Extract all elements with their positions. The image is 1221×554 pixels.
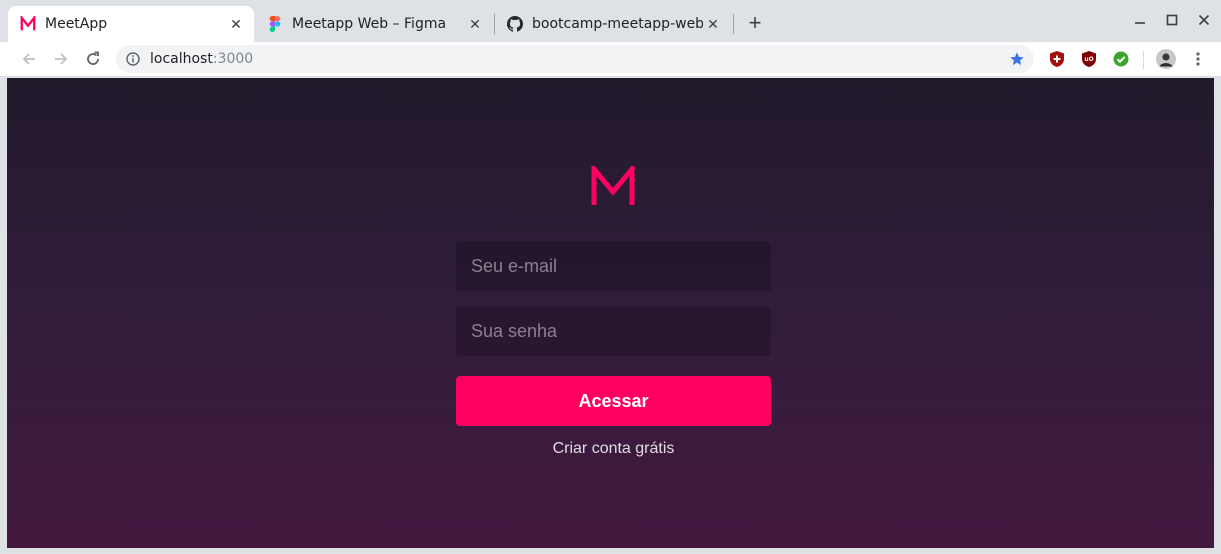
bookmark-star-icon[interactable]	[1008, 50, 1026, 68]
email-input[interactable]	[471, 241, 771, 291]
new-tab-icon[interactable]: +	[744, 10, 766, 35]
address-bar[interactable]: localhost:3000	[116, 45, 1034, 73]
close-icon[interactable]: ✕	[703, 14, 723, 34]
tab-figma[interactable]: Meetapp Web – Figma ✕	[255, 6, 493, 42]
tab-divider	[733, 14, 734, 34]
window-frame	[1214, 78, 1221, 554]
tab-meetapp[interactable]: MeetApp ✕	[8, 6, 254, 42]
window-frame	[0, 548, 1221, 554]
create-account-link[interactable]: Criar conta grátis	[456, 440, 771, 458]
github-icon	[507, 16, 523, 32]
maximize-icon[interactable]	[1162, 10, 1182, 30]
forward-arrow-icon[interactable]	[49, 47, 73, 71]
login-button[interactable]: Acessar	[456, 376, 771, 426]
tab-strip: MeetApp ✕ Meetapp Web – Figma ✕ bootcamp…	[0, 0, 1221, 42]
ublock-origin-icon[interactable]: uO	[1079, 49, 1099, 69]
shield-plus-extension-icon[interactable]	[1047, 49, 1067, 69]
profile-avatar[interactable]	[1156, 49, 1176, 69]
info-icon[interactable]	[125, 51, 141, 67]
toolbar-divider	[1143, 51, 1144, 69]
figma-icon	[267, 16, 283, 32]
browser-toolbar: localhost:3000 uO	[0, 42, 1221, 77]
password-field[interactable]	[456, 306, 771, 356]
window-close-icon[interactable]	[1194, 10, 1214, 30]
password-input[interactable]	[471, 306, 771, 356]
back-arrow-icon[interactable]	[17, 47, 41, 71]
url-text: localhost:3000	[150, 51, 253, 67]
minimize-icon[interactable]	[1130, 10, 1150, 30]
meetapp-logo-icon	[591, 166, 635, 205]
svg-text:uO: uO	[1084, 56, 1093, 63]
close-icon[interactable]: ✕	[465, 14, 485, 34]
reload-icon[interactable]	[81, 47, 105, 71]
close-icon[interactable]: ✕	[226, 14, 246, 34]
page-viewport: Acessar Criar conta grátis	[7, 78, 1214, 548]
window-frame	[0, 78, 7, 554]
checkmark-extension-icon[interactable]	[1111, 49, 1131, 69]
tab-title: Meetapp Web – Figma	[292, 16, 447, 32]
url-host: localhost	[150, 51, 213, 67]
tab-title: MeetApp	[45, 16, 108, 32]
url-port: :3000	[212, 51, 254, 67]
menu-kebab-icon[interactable]	[1188, 49, 1208, 69]
meetapp-logo-icon	[20, 16, 36, 32]
tab-title: bootcamp-meetapp-web/	[532, 16, 703, 32]
email-field[interactable]	[456, 241, 771, 291]
tab-github[interactable]: bootcamp-meetapp-web/ ✕	[495, 6, 731, 42]
